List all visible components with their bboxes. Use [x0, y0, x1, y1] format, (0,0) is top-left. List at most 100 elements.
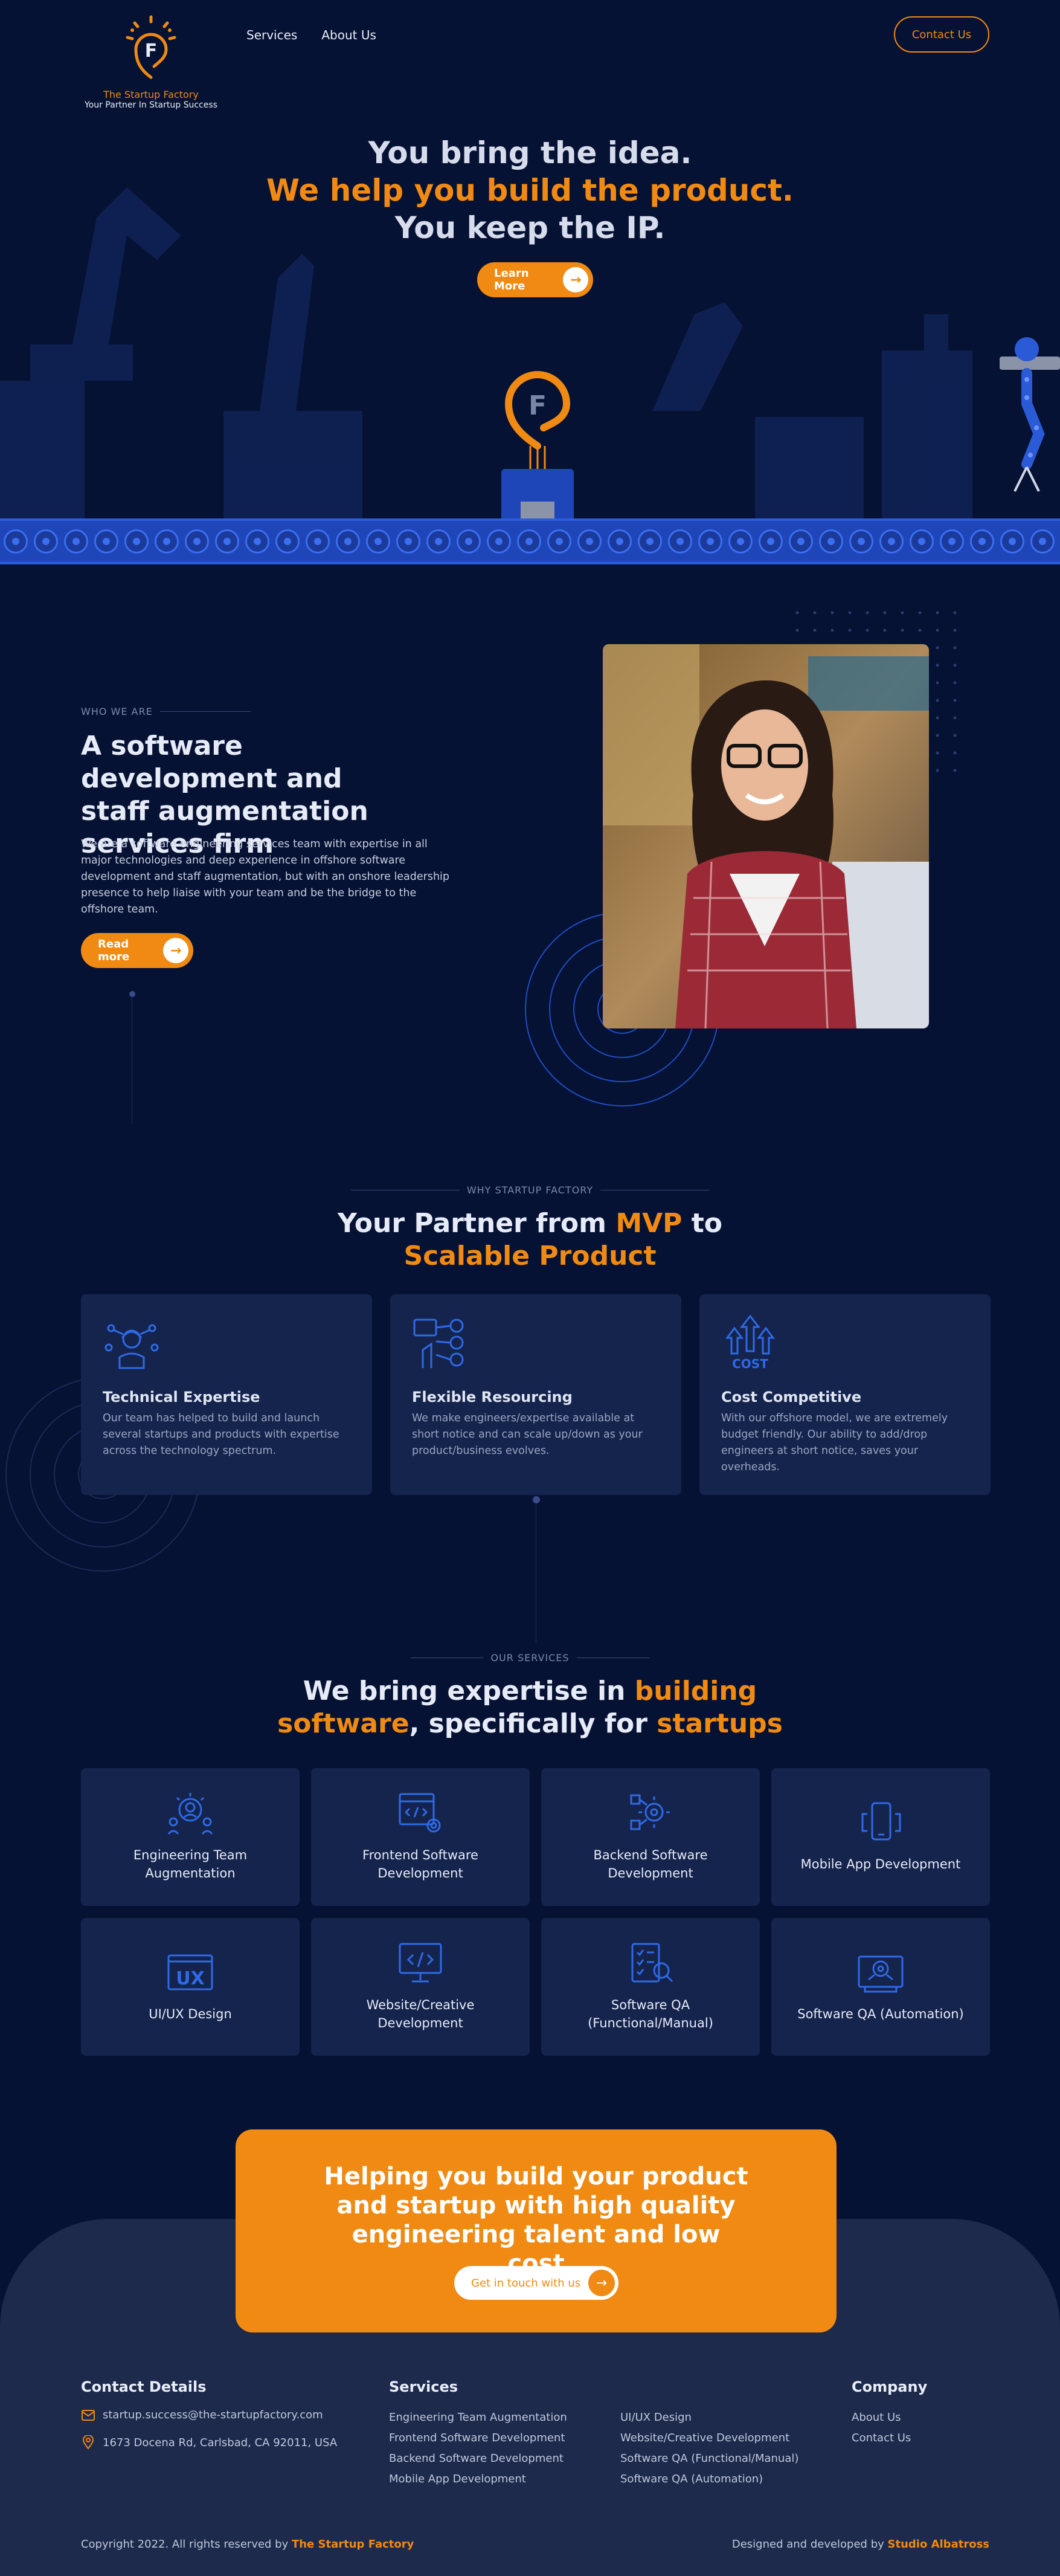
grid-dot — [953, 716, 957, 720]
cta-banner: Helping you build your product and start… — [236, 2129, 837, 2332]
footer-service-link[interactable]: Software QA (Functional/Manual) — [620, 2452, 798, 2465]
hook-logo-illustration: F — [501, 371, 574, 525]
service-card-qa-automation[interactable]: Software QA (Automation) — [771, 1918, 990, 2056]
read-more-label: Read more — [98, 938, 130, 963]
grid-dot — [883, 611, 887, 615]
conveyor-wheel — [849, 529, 873, 554]
footer-service-link[interactable]: Software QA (Automation) — [620, 2473, 798, 2485]
grid-dot — [953, 699, 957, 702]
footer-address: 1673 Docena Rd, Carlsbad, CA 92011, USA — [103, 2436, 338, 2449]
grid-dot — [918, 611, 922, 615]
conveyor-wheel — [940, 529, 964, 554]
conveyor-wheel — [275, 529, 300, 554]
footer-address-row: 1673 Docena Rd, Carlsbad, CA 92011, USA — [81, 2435, 337, 2450]
service-card-website[interactable]: Website/Creative Development — [311, 1918, 530, 2056]
conveyor-wheel — [638, 529, 662, 554]
footer-service-link[interactable]: Website/Creative Development — [620, 2432, 798, 2444]
svg-text:F: F — [528, 390, 547, 421]
conveyor-wheel — [215, 529, 239, 554]
footer-email-row[interactable]: startup.success@the-startupfactory.com — [81, 2409, 323, 2421]
services-title-part: , specifically for — [409, 1708, 657, 1739]
conveyor-wheel — [4, 529, 28, 554]
grid-dot — [953, 628, 957, 632]
grid-dot — [830, 628, 834, 632]
who-description: We are a software engineering services t… — [81, 838, 450, 915]
conveyor-wheel — [366, 529, 390, 554]
eyebrow-divider — [159, 711, 251, 712]
cta-title: Helping you build your product and start… — [324, 2163, 748, 2277]
site-logo[interactable]: F The Startup Factory Your Partner In St… — [79, 15, 223, 110]
footer-company-links: About Us Contact Us — [852, 2411, 911, 2444]
why-title-part: to — [682, 1208, 722, 1239]
conveyor-wheel — [698, 529, 722, 554]
footer-service-link[interactable]: Frontend Software Development — [389, 2432, 567, 2444]
services-grid: Engineering Team Augmentation Frontend S… — [81, 1768, 990, 2056]
service-label: Backend Software Development — [593, 1848, 708, 1880]
get-in-touch-button[interactable]: Get in touch with us → — [454, 2266, 618, 2300]
why-card-flexible-resourcing: Flexible Resourcing We make engineers/ex… — [390, 1294, 681, 1495]
conveyor-wheel — [970, 529, 994, 554]
service-card-uiux[interactable]: UX UI/UX Design — [81, 1918, 300, 2056]
service-card-qa-manual[interactable]: Software QA (Functional/Manual) — [541, 1918, 760, 2056]
why-card-text: With our offshore model, we are extremel… — [721, 1412, 948, 1473]
hero-line-1: You bring the idea. — [368, 135, 692, 170]
footer-contact-link[interactable]: Contact Us — [852, 2432, 911, 2444]
conveyor-wheel — [819, 529, 843, 554]
service-card-frontend[interactable]: Frontend Software Development — [311, 1768, 530, 1906]
ux-icon: UX — [167, 1954, 213, 1990]
timeline-dot — [533, 1496, 540, 1503]
service-label: Software QA (Automation) — [797, 2007, 964, 2021]
footer-service-link[interactable]: Mobile App Development — [389, 2473, 567, 2485]
footer-service-link[interactable]: UI/UX Design — [620, 2411, 798, 2424]
grid-dot — [936, 628, 939, 632]
conveyor-belt — [0, 518, 1060, 564]
service-card-mobile[interactable]: Mobile App Development — [771, 1768, 990, 1906]
service-card-backend[interactable]: Backend Software Development — [541, 1768, 760, 1906]
get-in-touch-label: Get in touch with us — [471, 2276, 581, 2290]
conveyor-wheel — [426, 529, 451, 554]
why-card-title: Technical Expertise — [103, 1389, 260, 1406]
footer-service-link[interactable]: Engineering Team Augmentation — [389, 2411, 567, 2424]
grid-dot — [936, 646, 939, 650]
bulb-logo-icon: F — [126, 15, 176, 79]
grid-dot — [813, 628, 817, 632]
conveyor-wheel — [547, 529, 571, 554]
grid-dot — [953, 663, 957, 667]
service-card-engineering-team[interactable]: Engineering Team Augmentation — [81, 1768, 300, 1906]
conveyor-wheel — [245, 529, 269, 554]
footer-services-col-1: Engineering Team Augmentation Frontend S… — [389, 2411, 567, 2485]
copyright-brand-link[interactable]: The Startup Factory — [292, 2538, 414, 2551]
why-title-highlight: MVP — [615, 1208, 683, 1239]
learn-more-button[interactable]: Learn More → — [477, 262, 593, 297]
contact-us-button[interactable]: Contact Us — [894, 16, 989, 53]
hero-line-3: You keep the IP. — [394, 210, 666, 245]
services-title: We bring expertise in building software,… — [0, 1675, 1060, 1740]
who-eyebrow: WHO WE ARE — [81, 706, 153, 717]
grid-dot — [936, 716, 939, 720]
credit-brand-link[interactable]: Studio Albatross — [888, 2538, 989, 2551]
why-card-title: Cost Competitive — [721, 1389, 862, 1406]
hero-headline: You bring the idea. We help you build th… — [0, 134, 1060, 247]
grid-dot — [936, 611, 939, 615]
team-member-photo — [603, 644, 929, 1028]
conveyor-wheel — [668, 529, 692, 554]
footer-service-link[interactable]: Backend Software Development — [389, 2452, 567, 2465]
grid-dot — [848, 628, 852, 632]
nav-services[interactable]: Services — [246, 28, 297, 42]
services-eyebrow: OUR SERVICES — [490, 1652, 570, 1664]
why-title-part: Your Partner from — [338, 1208, 616, 1239]
conveyor-wheel — [306, 529, 330, 554]
read-more-button[interactable]: Read more → — [81, 933, 193, 968]
services-title-part: We bring expertise in — [303, 1676, 635, 1706]
location-pin-icon — [82, 2435, 94, 2450]
service-label: Software QA (Functional/Manual) — [588, 1998, 713, 2030]
grid-dot — [936, 769, 939, 772]
conveyor-wheel — [879, 529, 904, 554]
footer-about-link[interactable]: About Us — [852, 2411, 911, 2424]
grid-dot — [936, 681, 939, 685]
footer-email[interactable]: startup.success@the-startupfactory.com — [103, 2409, 323, 2421]
grid-dot — [936, 699, 939, 702]
grid-dot — [936, 734, 939, 737]
service-label: UI/UX Design — [149, 2007, 232, 2021]
nav-about-us[interactable]: About Us — [321, 28, 376, 42]
